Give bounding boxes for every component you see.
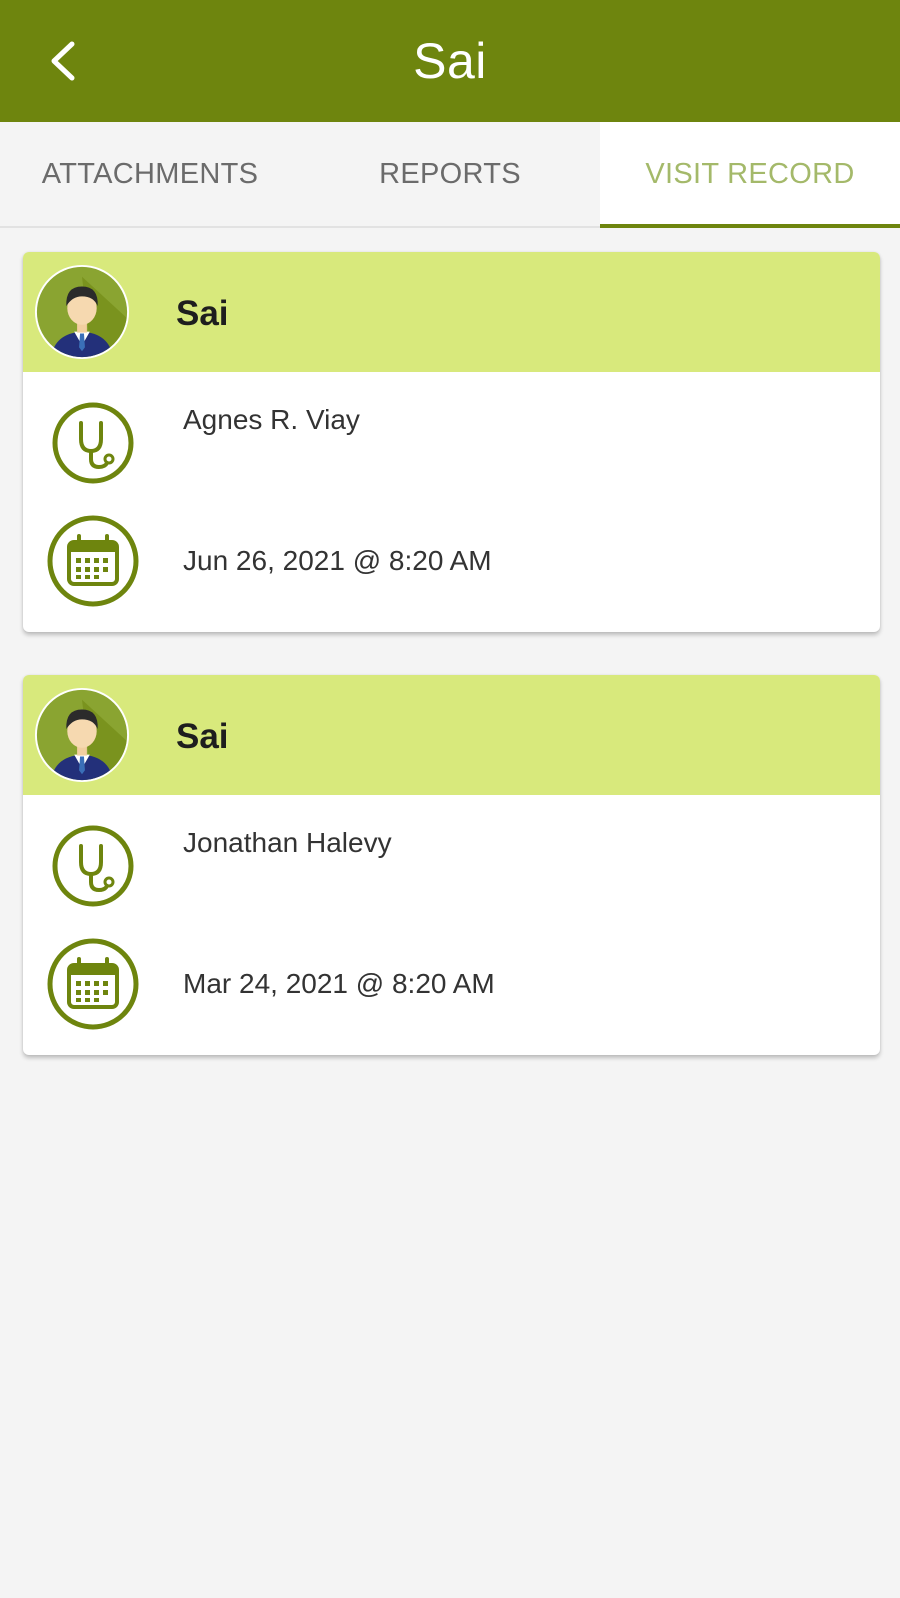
page-title: Sai — [413, 33, 487, 89]
visit-date: Jun 26, 2021 @ 8:20 AM — [183, 545, 492, 576]
user-avatar-icon — [34, 687, 130, 783]
patient-name: Sai — [176, 717, 229, 756]
doctor-name: Jonathan Halevy — [183, 827, 392, 858]
tab-reports[interactable]: REPORTS — [300, 122, 600, 226]
patient-name: Sai — [176, 294, 229, 333]
tab-attachments[interactable]: ATTACHMENTS — [0, 122, 300, 226]
tab-visit-record[interactable]: VISIT RECORD — [600, 122, 900, 228]
visit-card[interactable]: Sai Agnes R. Viay Jun 26, 2021 @ 8:20 AM — [23, 252, 880, 632]
calendar-icon — [47, 515, 139, 607]
visit-card-header: Sai — [23, 675, 880, 795]
visit-card[interactable]: Sai Jonathan Halevy Mar 24, 2021 @ 8:20 … — [23, 675, 880, 1055]
stethoscope-icon — [52, 402, 134, 484]
back-button[interactable] — [30, 26, 94, 96]
app-bar: Sai — [0, 0, 900, 122]
stethoscope-icon — [52, 825, 134, 907]
calendar-icon — [47, 938, 139, 1030]
chevron-left-icon — [51, 41, 75, 81]
doctor-name: Agnes R. Viay — [183, 404, 360, 435]
visit-list: Sai Agnes R. Viay Jun 26, 2021 @ 8:20 AM — [23, 252, 880, 1098]
visit-date: Mar 24, 2021 @ 8:20 AM — [183, 968, 495, 999]
visit-card-header: Sai — [23, 252, 880, 372]
tab-bar: ATTACHMENTS REPORTS VISIT RECORD — [0, 122, 900, 228]
user-avatar-icon — [34, 264, 130, 360]
